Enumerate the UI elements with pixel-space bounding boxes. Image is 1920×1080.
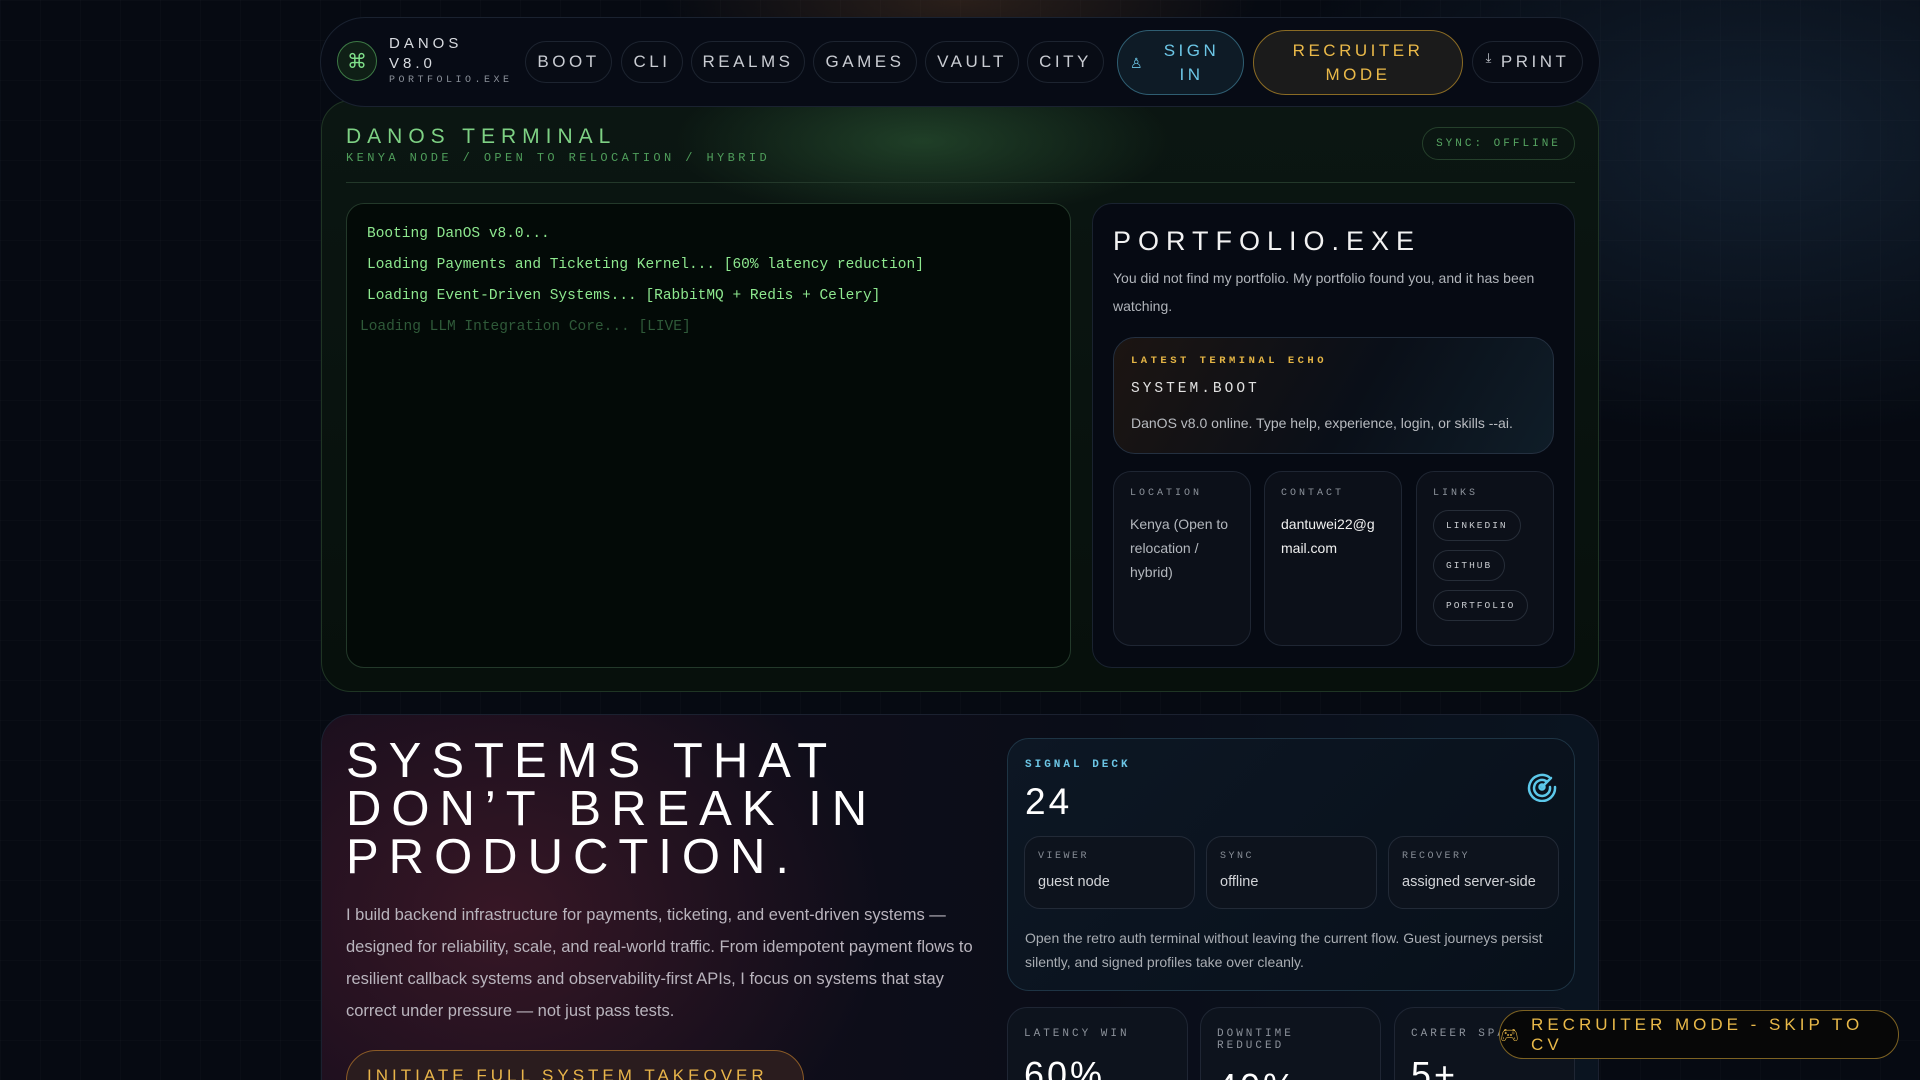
links-label: LINKS: [1433, 488, 1479, 499]
hero-panel: SYSTEMS THAT DON’T BREAK IN PRODUCTION. …: [321, 714, 1599, 1080]
viewer-value: guest node: [1038, 874, 1110, 890]
echo-label: LATEST TERMINAL ECHO: [1131, 355, 1328, 367]
portfolio-title: PORTFOLIO.EXE: [1113, 226, 1422, 256]
recruiter-skip-label: RECRUITER MODE - SKIP TO CV: [1531, 1014, 1864, 1054]
stat-value: 40%: [1217, 1066, 1364, 1080]
contact-label: CONTACT: [1281, 488, 1345, 499]
terminal-line: Booting DanOS v8.0...: [367, 226, 550, 242]
sync-label: SYNC: [1220, 851, 1255, 862]
brand: DANOS V8.0 PORTFOLIO.EXE: [389, 34, 513, 88]
sync-cell: SYNC offline: [1206, 836, 1377, 909]
link-linkedin[interactable]: LINKEDIN: [1433, 510, 1521, 541]
nav-cli[interactable]: CLI: [621, 41, 683, 83]
link-github[interactable]: GITHUB: [1433, 550, 1506, 581]
command-logo-icon[interactable]: ⌘: [337, 41, 377, 81]
divider: [346, 182, 1575, 183]
stat-label: LATENCY WIN: [1024, 1028, 1130, 1040]
viewer-cell: VIEWER guest node: [1024, 836, 1195, 909]
user-icon: ♙: [1130, 55, 1147, 71]
location-label: LOCATION: [1130, 488, 1203, 499]
signal-deck-text: Open the retro auth terminal without lea…: [1025, 930, 1543, 970]
signal-deck: SIGNAL DECK 24 VIEWER guest node SYNC offl…: [1007, 738, 1575, 991]
hero-text: I build backend infrastructure for payme…: [346, 906, 973, 1020]
contact-email[interactable]: dantuwei22@gmail.com: [1281, 512, 1385, 560]
brand-title: DANOS V8.0: [389, 35, 463, 72]
sign-in-label: SIGN IN: [1163, 40, 1220, 84]
signal-deck-label: SIGNAL DECK: [1025, 759, 1131, 771]
signal-count: 24: [1025, 781, 1073, 822]
location-card: LOCATION Kenya (Open to relocation / hyb…: [1113, 471, 1251, 646]
viewer-label: VIEWER: [1038, 851, 1090, 862]
terminal-title: DANOS TERMINAL: [346, 125, 617, 148]
stat-card: DOWNTIME REDUCED 40%: [1200, 1007, 1381, 1080]
nav-realms[interactable]: REALMS: [691, 41, 805, 83]
contact-card: CONTACT dantuwei22@gmail.com: [1264, 471, 1402, 646]
terminal-line: Loading LLM Integration Core... [LIVE]: [360, 319, 691, 335]
radar-icon: [1527, 773, 1557, 802]
terminal-line: Loading Payments and Ticketing Kernel...…: [367, 257, 924, 273]
stat-card: LATENCY WIN 60%: [1007, 1007, 1188, 1080]
portfolio-description: You did not find my portfolio. My portfo…: [1113, 270, 1535, 314]
nav-boot[interactable]: BOOT: [525, 41, 612, 83]
recovery-label: RECOVERY: [1402, 851, 1471, 862]
recovery-cell: RECOVERY assigned server-side: [1388, 836, 1559, 909]
terminal-output[interactable]: Booting DanOS v8.0... Loading Payments a…: [346, 203, 1071, 668]
top-nav: ⌘ DANOS V8.0 PORTFOLIO.EXE BOOT CLI REALM…: [320, 17, 1600, 107]
nav-vault[interactable]: VAULT: [925, 41, 1019, 83]
terminal-panel: DANOS TERMINAL KENYA NODE / OPEN TO RELO…: [321, 100, 1599, 692]
print-button[interactable]: ⤓ PRINT: [1472, 41, 1583, 83]
stat-label: DOWNTIME REDUCED: [1217, 1028, 1294, 1052]
portfolio-card: PORTFOLIO.EXE You did not find my portfo…: [1092, 203, 1575, 668]
brand-subtitle: PORTFOLIO.EXE: [389, 75, 513, 86]
terminal-subtitle: KENYA NODE / OPEN TO RELOCATION / HYBRID: [346, 151, 771, 165]
terminal-line: Loading Event-Driven Systems... [RabbitM…: [367, 288, 881, 304]
link-portfolio[interactable]: PORTFOLIO: [1433, 590, 1529, 621]
terminal-echo-card: LATEST TERMINAL ECHO SYSTEM.BOOT DanOS v…: [1113, 337, 1554, 454]
hero-headline: SYSTEMS THAT DON’T BREAK IN PRODUCTION.: [346, 734, 878, 884]
links-card: LINKS LINKEDIN GITHUB PORTFOLIO: [1416, 471, 1554, 646]
nav-city[interactable]: CITY: [1027, 41, 1104, 83]
stat-value: 60%: [1024, 1054, 1106, 1080]
nav-games[interactable]: GAMES: [813, 41, 917, 83]
location-value: Kenya (Open to relocation / hybrid): [1130, 516, 1229, 580]
sync-badge: SYNC: OFFLINE: [1422, 127, 1575, 160]
sync-value: offline: [1220, 874, 1259, 890]
recruiter-mode-button[interactable]: RECRUITER MODE: [1253, 30, 1463, 95]
recovery-value: assigned server-side: [1402, 874, 1536, 890]
sign-in-button[interactable]: ♙ SIGN IN: [1117, 30, 1244, 95]
download-icon: ⤓: [1485, 50, 1495, 65]
print-label: PRINT: [1500, 52, 1570, 71]
takeover-button[interactable]: INITIATE FULL SYSTEM TAKEOVER →: [346, 1050, 804, 1080]
recruiter-skip-to-cv-button[interactable]: 🎮︎ RECRUITER MODE - SKIP TO CV: [1499, 1010, 1899, 1059]
gamepad-icon: 🎮︎: [1500, 1026, 1524, 1044]
echo-text: DanOS v8.0 online. Type help, experience…: [1131, 415, 1513, 431]
echo-heading: SYSTEM.BOOT: [1131, 381, 1260, 397]
